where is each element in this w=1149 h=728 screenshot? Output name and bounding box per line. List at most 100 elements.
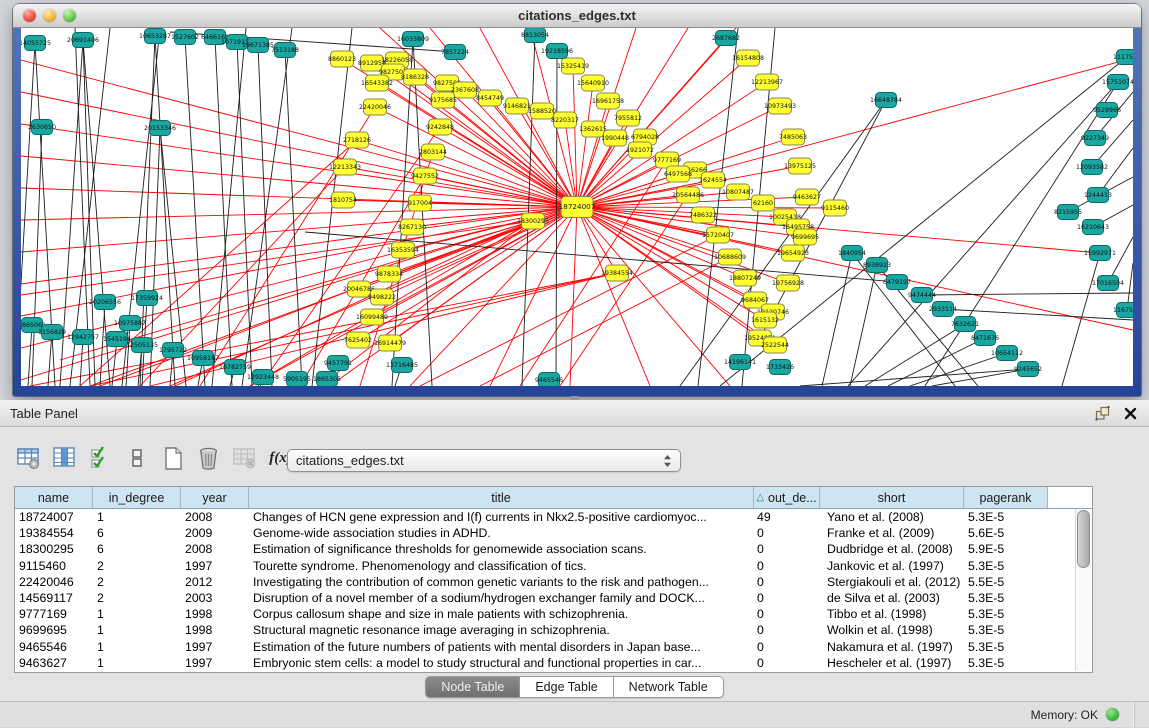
table-cell[interactable]: Disruption of a novel member of a sodium…: [249, 591, 754, 605]
table-cell[interactable]: 19384554: [15, 526, 93, 540]
table-cell[interactable]: 22420046: [15, 575, 93, 589]
tab-node-table[interactable]: Node Table: [425, 676, 520, 698]
table-cell[interactable]: 5.3E-5: [964, 607, 1048, 621]
table-cell[interactable]: 9465546: [15, 640, 93, 654]
table-cell[interactable]: 0: [754, 559, 820, 573]
table-cell[interactable]: 2003: [181, 591, 249, 605]
table-cell[interactable]: 1: [93, 656, 181, 670]
table-cell[interactable]: 1: [93, 640, 181, 654]
table-row[interactable]: 2242004622012Investigating the contribut…: [15, 574, 1092, 590]
table-cell[interactable]: 18724007: [15, 510, 93, 524]
table-cell[interactable]: 2: [93, 575, 181, 589]
table-cell[interactable]: 2: [93, 591, 181, 605]
table-cell[interactable]: 5.3E-5: [964, 623, 1048, 637]
table-cell[interactable]: 1: [93, 623, 181, 637]
table-cell[interactable]: 5.6E-5: [964, 526, 1048, 540]
tab-network-table[interactable]: Network Table: [614, 676, 724, 698]
table-cell[interactable]: 1997: [181, 656, 249, 670]
table-cell[interactable]: 1: [93, 510, 181, 524]
table-cell[interactable]: 0: [754, 591, 820, 605]
table-cell[interactable]: 0: [754, 656, 820, 670]
table-cell[interactable]: 5.9E-5: [964, 542, 1048, 556]
zoom-window-button[interactable]: [63, 9, 76, 22]
table-cell[interactable]: Yano et al. (2008): [820, 510, 964, 524]
table-cell[interactable]: Stergiakouli et al. (2012): [820, 575, 964, 589]
table-row[interactable]: 977716911998Corpus callosum shape and si…: [15, 606, 1092, 622]
column-header-out_de[interactable]: △out_de...: [754, 487, 820, 508]
table-cell[interactable]: 0: [754, 575, 820, 589]
table-row[interactable]: 946554611997Estimation of the future num…: [15, 639, 1092, 655]
table-row[interactable]: 911546021997Tourette syndrome. Phenomeno…: [15, 558, 1092, 574]
window-titlebar[interactable]: citations_edges.txt: [13, 4, 1141, 28]
table-cell[interactable]: 2012: [181, 575, 249, 589]
table-cell[interactable]: Wolkin et al. (1998): [820, 623, 964, 637]
table-scrollbar[interactable]: [1075, 509, 1091, 671]
table-cell[interactable]: 2: [93, 559, 181, 573]
table-cell[interactable]: 5.3E-5: [964, 656, 1048, 670]
table-cell[interactable]: 0: [754, 607, 820, 621]
table-cell[interactable]: 18300295: [15, 542, 93, 556]
column-header-title[interactable]: title: [249, 487, 754, 508]
table-cell[interactable]: 5.3E-5: [964, 510, 1048, 524]
citation-network-graph[interactable]: 1872400718300295193845549170048267130163…: [21, 28, 1133, 386]
table-cell[interactable]: Hescheler et al. (1997): [820, 656, 964, 670]
table-cell[interactable]: 5.3E-5: [964, 591, 1048, 605]
memory-status-icon[interactable]: [1106, 708, 1119, 721]
table-cell[interactable]: Investigating the contribution of common…: [249, 575, 754, 589]
column-visibility-icon[interactable]: [52, 445, 77, 471]
table-row[interactable]: 1830029562008Estimation of significance …: [15, 541, 1092, 557]
table-cell[interactable]: 0: [754, 640, 820, 654]
delete-columns-icon[interactable]: [196, 445, 221, 471]
table-cell[interactable]: 2008: [181, 542, 249, 556]
table-cell[interactable]: 1: [93, 607, 181, 621]
table-cell[interactable]: 0: [754, 526, 820, 540]
table-cell[interactable]: 1998: [181, 607, 249, 621]
column-header-in_degree[interactable]: in_degree: [93, 487, 181, 508]
table-cell[interactable]: 14569117: [15, 591, 93, 605]
table-row[interactable]: 1872400712008Changes of HCN gene express…: [15, 509, 1092, 525]
table-cell[interactable]: Changes of HCN gene expression and I(f) …: [249, 510, 754, 524]
close-window-button[interactable]: [23, 9, 36, 22]
table-cell[interactable]: Tourette syndrome. Phenomenology and cla…: [249, 559, 754, 573]
table-cell[interactable]: 5.3E-5: [964, 559, 1048, 573]
row-height-icon[interactable]: [124, 445, 149, 471]
select-columns-icon[interactable]: [88, 445, 113, 471]
table-cell[interactable]: 5.3E-5: [964, 640, 1048, 654]
table-cell[interactable]: Nakamura et al. (1997): [820, 640, 964, 654]
network-canvas[interactable]: 1872400718300295193845549170048267130163…: [21, 28, 1133, 386]
column-header-pagerank[interactable]: pagerank: [964, 487, 1048, 508]
table-cell[interactable]: 9699695: [15, 623, 93, 637]
close-panel-icon[interactable]: [1121, 405, 1139, 421]
table-cell[interactable]: Genome-wide association studies in ADHD.: [249, 526, 754, 540]
new-column-icon[interactable]: [160, 445, 185, 471]
table-cell[interactable]: Embryonic stem cells: a model to study s…: [249, 656, 754, 670]
table-cell[interactable]: Dudbridge et al. (2008): [820, 542, 964, 556]
table-row[interactable]: 1938455462009Genome-wide association stu…: [15, 525, 1092, 541]
table-cell[interactable]: 49: [754, 510, 820, 524]
tab-edge-table[interactable]: Edge Table: [520, 676, 613, 698]
table-cell[interactable]: 9115460: [15, 559, 93, 573]
table-mode-icon[interactable]: [16, 445, 41, 471]
table-cell[interactable]: 2009: [181, 526, 249, 540]
table-cell[interactable]: 6: [93, 526, 181, 540]
table-cell[interactable]: Corpus callosum shape and size in male p…: [249, 607, 754, 621]
table-cell[interactable]: 9463627: [15, 656, 93, 670]
column-header-year[interactable]: year: [181, 487, 249, 508]
table-cell[interactable]: 1997: [181, 640, 249, 654]
table-cell[interactable]: 1998: [181, 623, 249, 637]
table-cell[interactable]: 9777169: [15, 607, 93, 621]
float-window-icon[interactable]: [1093, 405, 1111, 421]
table-cell[interactable]: de Silva et al. (2003): [820, 591, 964, 605]
table-cell[interactable]: Franke et al. (2009): [820, 526, 964, 540]
table-selector-dropdown[interactable]: citations_edges.txt: [287, 449, 681, 472]
table-cell[interactable]: Estimation of the future numbers of pati…: [249, 640, 754, 654]
table-cell[interactable]: 1997: [181, 559, 249, 573]
table-row[interactable]: 969969511998Structural magnetic resonanc…: [15, 622, 1092, 638]
column-header-name[interactable]: name: [15, 487, 93, 508]
table-cell[interactable]: 6: [93, 542, 181, 556]
column-header-short[interactable]: short: [820, 487, 964, 508]
table-row[interactable]: 946362711997Embryonic stem cells: a mode…: [15, 655, 1092, 671]
table-cell[interactable]: 0: [754, 623, 820, 637]
table-cell[interactable]: 0: [754, 542, 820, 556]
scrollbar-thumb[interactable]: [1077, 510, 1090, 568]
